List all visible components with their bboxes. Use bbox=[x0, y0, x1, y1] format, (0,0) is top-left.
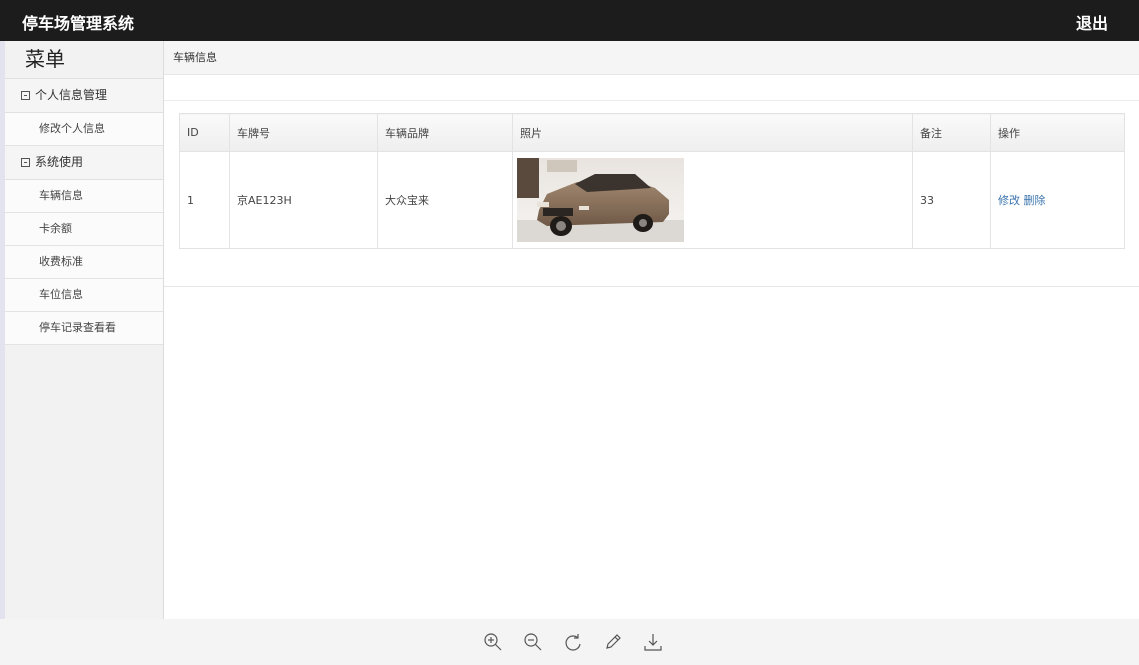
cell-photo bbox=[512, 151, 913, 249]
app-root: 停车场管理系统 退出 菜单 个人信息管理 修改个人信息 系统使用 车辆信息 卡余… bbox=[0, 0, 1139, 665]
delete-link[interactable]: 删除 bbox=[1024, 194, 1046, 207]
zoom-in-icon[interactable] bbox=[482, 631, 504, 653]
menu-title: 菜单 bbox=[5, 41, 163, 79]
column-header-remark: 备注 bbox=[912, 113, 991, 152]
rotate-icon[interactable] bbox=[562, 631, 584, 653]
breadcrumb: 车辆信息 bbox=[164, 41, 1139, 75]
main-content: 车辆信息 ID 车牌号 车辆品牌 照片 备注 操作 1 京AE123H 大众宝来 bbox=[164, 41, 1139, 619]
app-title: 停车场管理系统 bbox=[22, 14, 135, 33]
divider bbox=[164, 100, 1139, 101]
cell-remark: 33 bbox=[912, 151, 991, 249]
collapse-icon bbox=[21, 91, 30, 100]
logout-button[interactable]: 退出 bbox=[1076, 10, 1108, 34]
column-header-photo: 照片 bbox=[512, 113, 913, 152]
column-header-id: ID bbox=[179, 113, 230, 152]
table-row: 1 京AE123H 大众宝来 33 修改 删除 bbox=[179, 151, 1125, 249]
image-viewer-toolbar bbox=[0, 619, 1139, 665]
table-header-row: ID 车牌号 车辆品牌 照片 备注 操作 bbox=[179, 113, 1125, 152]
top-header: 停车场管理系统 退出 bbox=[0, 0, 1139, 41]
download-icon[interactable] bbox=[642, 631, 664, 653]
vehicle-table: ID 车牌号 车辆品牌 照片 备注 操作 1 京AE123H 大众宝来 33 修… bbox=[179, 113, 1125, 249]
cell-actions: 修改 删除 bbox=[990, 151, 1125, 249]
edit-icon[interactable] bbox=[602, 631, 624, 653]
menu-group-system[interactable]: 系统使用 bbox=[5, 146, 163, 180]
sidebar-item-card-balance[interactable]: 卡余额 bbox=[5, 213, 163, 246]
edit-link[interactable]: 修改 bbox=[998, 194, 1020, 207]
sidebar-item-parking-records[interactable]: 停车记录查看看 bbox=[5, 312, 163, 345]
cell-brand: 大众宝来 bbox=[377, 151, 513, 249]
column-header-actions: 操作 bbox=[990, 113, 1125, 152]
car-photo bbox=[517, 158, 684, 242]
menu-group-label: 个人信息管理 bbox=[35, 88, 108, 102]
zoom-out-icon[interactable] bbox=[522, 631, 544, 653]
collapse-icon bbox=[21, 158, 30, 167]
sidebar-item-parking-space[interactable]: 车位信息 bbox=[5, 279, 163, 312]
column-header-brand: 车辆品牌 bbox=[377, 113, 513, 152]
column-header-plate: 车牌号 bbox=[229, 113, 378, 152]
sidebar-item-edit-profile[interactable]: 修改个人信息 bbox=[5, 113, 163, 146]
sidebar-item-fee-standard[interactable]: 收费标准 bbox=[5, 246, 163, 279]
cell-id: 1 bbox=[179, 151, 230, 249]
toolbar-icons bbox=[482, 631, 682, 653]
menu-group-personal[interactable]: 个人信息管理 bbox=[5, 79, 163, 113]
sidebar: 菜单 个人信息管理 修改个人信息 系统使用 车辆信息 卡余额 收费标准 车位信息… bbox=[5, 41, 164, 619]
sidebar-item-vehicle-info[interactable]: 车辆信息 bbox=[5, 180, 163, 213]
menu-group-label: 系统使用 bbox=[35, 155, 84, 169]
cell-plate: 京AE123H bbox=[229, 151, 378, 249]
divider bbox=[164, 286, 1139, 287]
